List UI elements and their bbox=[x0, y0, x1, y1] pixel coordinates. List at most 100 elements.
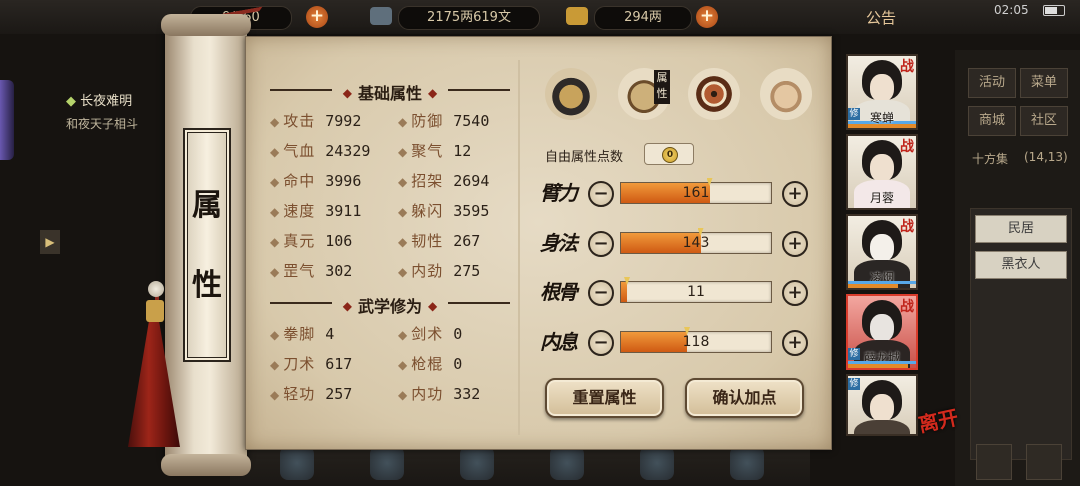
menu-button[interactable]: 菜单 bbox=[1020, 68, 1068, 98]
party-name: 寒蝉 bbox=[869, 111, 894, 125]
npc-item-black-clothed[interactable]: 黑衣人 bbox=[975, 251, 1067, 279]
stat-attack: ◆ 攻击 7992 bbox=[270, 112, 362, 130]
plus-button[interactable]: + bbox=[782, 330, 808, 356]
active-tab-tag: 属性 bbox=[654, 70, 670, 104]
bottom-right-button[interactable] bbox=[976, 444, 1012, 480]
dock-icon[interactable] bbox=[460, 446, 494, 480]
free-points-value: 0 bbox=[662, 147, 678, 163]
bottom-right-button[interactable] bbox=[1026, 444, 1062, 480]
hat-icon[interactable] bbox=[545, 68, 597, 120]
attr-label: 根骨 bbox=[540, 280, 578, 304]
quest-bullet-icon: ◆ bbox=[66, 94, 76, 109]
add-storage-button[interactable]: + bbox=[306, 6, 328, 28]
dock-icon[interactable] bbox=[550, 446, 584, 480]
stat-parry: ◆ 招架 2694 bbox=[398, 172, 490, 190]
party-member-1[interactable]: 战 修 寒蝉 bbox=[846, 54, 918, 130]
quest-tracker[interactable]: ◆ 长夜难明 和夜天子相斗 bbox=[66, 90, 138, 132]
attr-bar: 11 bbox=[620, 277, 772, 303]
roller-cap bbox=[161, 454, 251, 476]
skill-lightness: ◆ 轻功 257 bbox=[270, 385, 353, 403]
location-name: 十方集 bbox=[972, 152, 1009, 166]
npc-item-residence[interactable]: 民居 bbox=[975, 215, 1067, 243]
attr-value: 118 bbox=[682, 334, 710, 350]
party-member-4[interactable]: 战 修 薛龙城 bbox=[846, 294, 918, 370]
party-member-2[interactable]: 战 月蓉 bbox=[846, 134, 918, 210]
copper-coin-icon bbox=[370, 7, 392, 25]
plus-button[interactable]: + bbox=[782, 280, 808, 306]
expand-arrow-icon[interactable]: ▶ bbox=[40, 230, 60, 254]
plus-button[interactable]: + bbox=[782, 181, 808, 207]
dock-icon[interactable] bbox=[640, 446, 674, 480]
notice-button[interactable]: 公告 bbox=[866, 7, 896, 28]
battle-tag: 战 bbox=[900, 139, 914, 155]
scroll-title-char: 性 bbox=[192, 268, 222, 303]
stat-defense: ◆ 防御 7540 bbox=[398, 112, 490, 130]
shop-button[interactable]: 商城 bbox=[968, 106, 1016, 136]
dock-icon[interactable] bbox=[280, 446, 314, 480]
stat-true-essence: ◆ 真元 106 bbox=[270, 232, 353, 250]
minus-button[interactable]: − bbox=[588, 181, 614, 207]
battery-icon bbox=[1043, 5, 1065, 16]
leave-button[interactable]: 离开 bbox=[915, 401, 960, 438]
attr-bar: 118 bbox=[620, 327, 772, 353]
free-points-box: 0 bbox=[644, 143, 694, 165]
attr-row-strength: 臂力 − 161 + bbox=[540, 176, 810, 210]
minus-button[interactable]: − bbox=[588, 231, 614, 257]
stat-hit: ◆ 命中 3996 bbox=[270, 172, 362, 190]
system-clock: 02:05 bbox=[994, 3, 1029, 17]
quest-subtitle: 和夜天子相斗 bbox=[66, 117, 139, 131]
ingot-counter: 294两 bbox=[594, 6, 692, 30]
dock-icon[interactable] bbox=[370, 446, 404, 480]
level-badge: 修 bbox=[848, 378, 860, 390]
body-icon[interactable] bbox=[760, 68, 812, 120]
attr-bar: 161 bbox=[620, 178, 772, 204]
minus-button[interactable]: − bbox=[588, 330, 614, 356]
scroll-title-plaque: 属 性 bbox=[183, 128, 231, 362]
free-points-label: 自由属性点数 bbox=[545, 150, 624, 165]
attr-bar: 143 bbox=[620, 228, 772, 254]
minus-button[interactable]: − bbox=[588, 280, 614, 306]
panel-divider bbox=[518, 60, 520, 435]
npc-list bbox=[970, 208, 1072, 460]
stat-speed: ◆ 速度 3911 bbox=[270, 202, 362, 220]
attr-row-agility: 身法 − 143 + bbox=[540, 226, 810, 260]
stat-dodge: ◆ 躲闪 3595 bbox=[398, 202, 490, 220]
stat-hp: ◆ 气血 24329 bbox=[270, 142, 371, 160]
attr-label: 内息 bbox=[540, 330, 578, 354]
attr-row-breath: 内息 − 118 + bbox=[540, 325, 810, 359]
stat-gang-qi: ◆ 罡气 302 bbox=[270, 262, 353, 280]
plus-button[interactable]: + bbox=[782, 231, 808, 257]
battle-tag: 战 bbox=[900, 59, 914, 75]
attr-label: 身法 bbox=[540, 231, 578, 255]
skill-sword: ◆ 剑术 0 bbox=[398, 325, 463, 343]
attr-label: 臂力 bbox=[540, 181, 578, 205]
battle-tag: 战 bbox=[900, 299, 914, 315]
battle-tag: 战 bbox=[900, 219, 914, 235]
money-counter: 2175两619文 bbox=[398, 6, 540, 30]
quest-title: 长夜难明 bbox=[80, 94, 133, 109]
community-button[interactable]: 社区 bbox=[1020, 106, 1068, 136]
party-member-5[interactable]: 修 bbox=[846, 374, 918, 436]
scroll-title-char: 属 bbox=[192, 188, 222, 223]
skill-blade: ◆ 刀术 617 bbox=[270, 355, 353, 373]
skill-inner: ◆ 内功 332 bbox=[398, 385, 481, 403]
base-attributes-heading: ◆ 基础属性 ◆ bbox=[270, 80, 510, 104]
dock-icon[interactable] bbox=[730, 446, 764, 480]
party-member-3[interactable]: 战 凌烟 bbox=[846, 214, 918, 290]
confirm-points-button[interactable]: 确认加点 bbox=[685, 378, 804, 418]
tassel-knot bbox=[146, 300, 164, 322]
attr-row-constitution: 根骨 − 11 + bbox=[540, 275, 810, 309]
attr-value: 11 bbox=[687, 284, 705, 300]
reset-attributes-button[interactable]: 重置属性 bbox=[545, 378, 664, 418]
side-decoration bbox=[0, 80, 14, 160]
bagua-icon[interactable] bbox=[688, 68, 740, 120]
roller-cap bbox=[161, 14, 251, 36]
party-name: 月蓉 bbox=[869, 191, 894, 205]
tassel-bead bbox=[148, 281, 164, 297]
skill-fist: ◆ 拳脚 4 bbox=[270, 325, 335, 343]
location-coords: (14,13) bbox=[1024, 150, 1068, 164]
attr-value: 143 bbox=[682, 235, 710, 251]
activity-button[interactable]: 活动 bbox=[968, 68, 1016, 98]
skill-spear: ◆ 枪棍 0 bbox=[398, 355, 463, 373]
add-ingot-button[interactable]: + bbox=[696, 6, 718, 28]
